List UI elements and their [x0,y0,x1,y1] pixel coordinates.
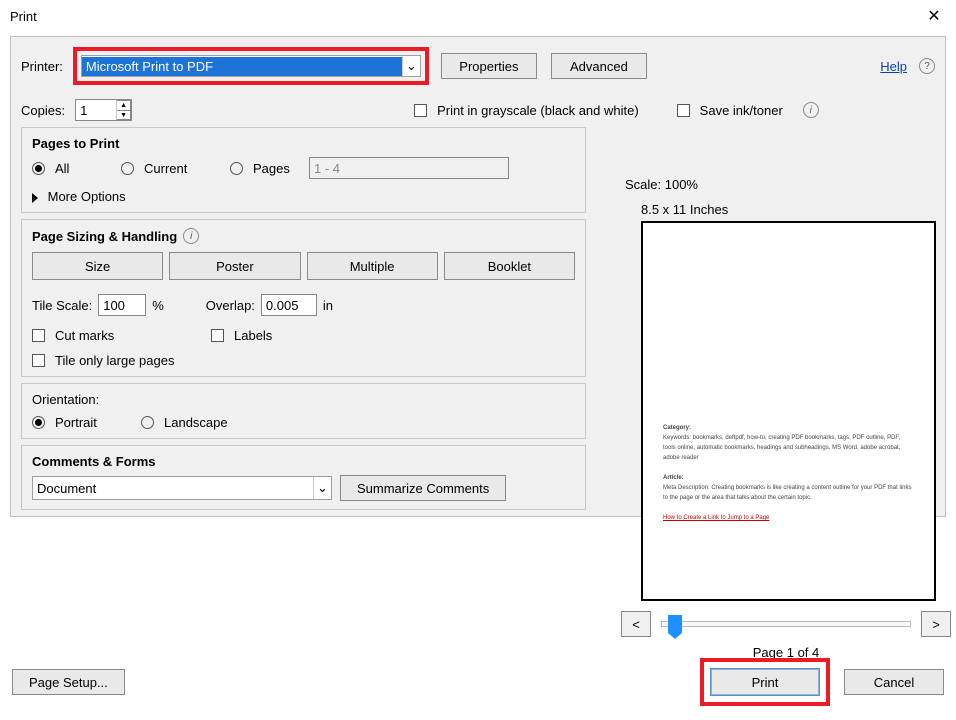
printer-select[interactable]: Microsoft Print to PDF ⌄ [81,55,421,77]
labels-label: Labels [234,328,272,343]
more-options[interactable]: More Options [48,189,126,204]
landscape-label: Landscape [164,415,228,430]
tileonly-label: Tile only large pages [55,353,174,368]
copies-label: Copies: [21,103,65,118]
pagesize-label: 8.5 x 11 Inches [641,202,951,217]
chevron-down-icon[interactable]: ⌄ [402,56,420,76]
grayscale-checkbox[interactable] [414,104,427,117]
next-page-button[interactable]: > [921,611,951,637]
overlap-input[interactable]: 0.005 [261,294,317,316]
highlight-print: Print [700,658,830,706]
prev-page-button[interactable]: < [621,611,651,637]
radio-pages[interactable] [230,162,243,175]
radio-current-label: Current [144,161,224,176]
size-button[interactable]: Size [32,252,163,280]
highlight-printer: Microsoft Print to PDF ⌄ [73,47,429,85]
info-icon[interactable]: i [803,102,819,118]
portrait-label: Portrait [55,415,135,430]
poster-button[interactable]: Poster [169,252,300,280]
scale-label: Scale: 100% [625,177,951,192]
cutmarks-label: Cut marks [55,328,205,343]
pages-range-input[interactable]: 1 - 4 [309,157,509,179]
copies-stepper[interactable]: ▲ ▼ [75,99,132,121]
saveink-checkbox[interactable] [677,104,690,117]
tilescale-label: Tile Scale: [32,298,92,313]
percent-label: % [152,298,164,313]
window-title: Print [10,9,37,24]
page-slider[interactable] [661,621,911,627]
comments-section: Comments & Forms Document ⌄ Summarize Co… [21,445,586,510]
summarize-button[interactable]: Summarize Comments [340,475,506,501]
saveink-label: Save ink/toner [700,103,783,118]
sizing-title: Page Sizing & Handling [32,229,177,244]
orientation-title: Orientation: [32,392,575,407]
radio-all[interactable] [32,162,45,175]
help-icon[interactable]: ? [919,58,935,74]
grayscale-label: Print in grayscale (black and white) [437,103,639,118]
radio-landscape[interactable] [141,416,154,429]
print-preview: Category: Keywords: bookmarks, deftpdf, … [641,221,936,601]
comments-title: Comments & Forms [32,454,575,469]
spin-up-icon[interactable]: ▲ [117,100,131,110]
radio-all-label: All [55,161,115,176]
pages-title: Pages to Print [32,136,575,151]
multiple-button[interactable]: Multiple [307,252,438,280]
spin-down-icon[interactable]: ▼ [117,110,131,120]
help-link[interactable]: Help [880,59,907,74]
overlap-label: Overlap: [206,298,255,313]
printer-value: Microsoft Print to PDF [82,57,402,76]
cancel-button[interactable]: Cancel [844,669,944,695]
page-setup-button[interactable]: Page Setup... [12,669,125,695]
close-icon[interactable]: ✕ [922,4,946,28]
orientation-section: Orientation: Portrait Landscape [21,383,586,439]
comments-value: Document [33,479,313,498]
copies-input[interactable] [76,100,116,120]
tilescale-input[interactable]: 100 [98,294,146,316]
radio-portrait[interactable] [32,416,45,429]
overlap-unit: in [323,298,333,313]
slider-thumb[interactable] [668,615,682,633]
radio-current[interactable] [121,162,134,175]
preview-content: Category: Keywords: bookmarks, deftpdf, … [663,423,914,523]
expand-icon[interactable] [32,193,38,203]
sizing-section: Page Sizing & Handling i Size Poster Mul… [21,219,586,377]
radio-pages-label: Pages [253,161,303,176]
cutmarks-checkbox[interactable] [32,329,45,342]
info-icon[interactable]: i [183,228,199,244]
booklet-button[interactable]: Booklet [444,252,575,280]
printer-label: Printer: [21,59,63,74]
comments-select[interactable]: Document ⌄ [32,476,332,500]
advanced-button[interactable]: Advanced [551,53,647,79]
properties-button[interactable]: Properties [441,53,537,79]
labels-checkbox[interactable] [211,329,224,342]
tileonly-checkbox[interactable] [32,354,45,367]
print-button[interactable]: Print [710,668,820,696]
pages-to-print-section: Pages to Print All Current Pages 1 - 4 M… [21,127,586,213]
chevron-down-icon[interactable]: ⌄ [313,477,331,499]
